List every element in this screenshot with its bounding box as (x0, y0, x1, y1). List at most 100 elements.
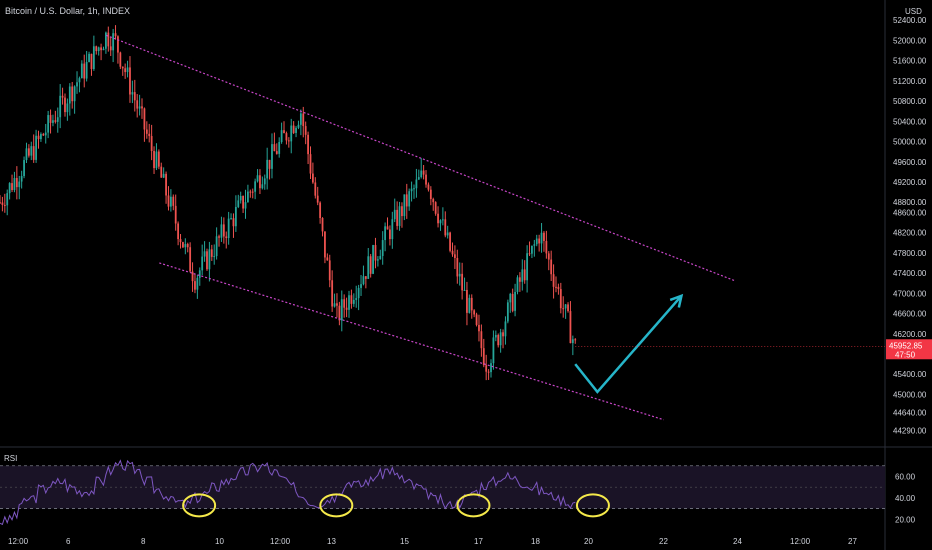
candle-body (242, 196, 244, 209)
candle-body (437, 213, 439, 224)
chart-canvas[interactable]: 52400.00 52000.00 51600.00 51200.00 50800.00… (0, 0, 932, 550)
candle-body (369, 256, 372, 274)
candle-body (237, 200, 240, 207)
candle-body (107, 32, 110, 47)
candle-body (446, 232, 449, 236)
symbol-title: Bitcoin / U.S. Dollar, 1h, INDEX (5, 6, 131, 16)
candle-body (234, 206, 237, 227)
candle-body (567, 304, 569, 312)
candle-body (153, 150, 155, 169)
candle-body (547, 253, 550, 260)
candle-body (155, 151, 158, 169)
candle-body (131, 92, 134, 95)
price-tick-label: 44640.00 (893, 409, 927, 418)
candle-body (454, 254, 456, 258)
candle-body (559, 289, 562, 309)
price-tag-value: 45952.85 (889, 341, 923, 350)
candle-body (201, 256, 204, 271)
candle-body (133, 92, 136, 101)
candle-body (362, 276, 365, 285)
candle-body (0, 202, 1, 204)
candle-body (167, 195, 170, 207)
price-tick-label: 52400.00 (893, 16, 927, 25)
price-tick-label: 46600.00 (893, 310, 927, 319)
candle-body (518, 277, 521, 282)
candle-body (307, 134, 309, 155)
candle-body (66, 103, 69, 113)
candle-body (35, 135, 38, 160)
candle-body (44, 132, 47, 136)
candle-body (85, 61, 88, 79)
candle-body (422, 170, 425, 175)
candle-body (545, 240, 548, 254)
candle-body (473, 310, 476, 315)
candle-body (37, 135, 40, 140)
candle-body (54, 120, 57, 122)
candle-body (379, 255, 382, 260)
candle-body (562, 308, 565, 310)
candle-body (73, 86, 76, 102)
candle-body (141, 106, 143, 109)
candle-body (557, 286, 560, 290)
candle-body (225, 236, 228, 239)
candle-body (280, 130, 283, 142)
candle-body (345, 307, 348, 310)
candle-body (254, 181, 257, 192)
candle-body (463, 289, 466, 291)
price-tick-label: 49200.00 (893, 178, 927, 187)
candle-body (172, 196, 175, 206)
candle-body (186, 244, 189, 248)
candle-body (8, 183, 11, 194)
candle-body (482, 348, 485, 366)
price-tick-label: 52000.00 (893, 36, 927, 45)
projection-arrow (574, 295, 683, 394)
candle-body (413, 188, 415, 190)
candle-body (386, 226, 389, 230)
candle-body (480, 331, 483, 349)
candle-body (434, 202, 437, 214)
time-tick-label: 22 (659, 537, 668, 546)
candle-body (352, 299, 355, 304)
candle-body (499, 332, 502, 346)
candle-body (145, 129, 148, 134)
candle-body (59, 95, 62, 118)
candle-body (415, 179, 418, 189)
currency-label: USD (905, 7, 922, 16)
candle-body (514, 291, 516, 311)
price-tick-label: 50800.00 (893, 97, 927, 106)
candle-body (290, 125, 293, 142)
candle-body (552, 274, 555, 287)
candle-body (198, 270, 201, 278)
candle-body (210, 249, 213, 257)
candle-body (506, 302, 509, 322)
candle-body (456, 257, 459, 277)
candle-body (251, 191, 254, 193)
price-tick-label: 47000.00 (893, 289, 927, 298)
candle-body (165, 173, 167, 196)
candle-body (256, 175, 259, 182)
candle-body (466, 289, 468, 313)
candle-body (408, 191, 411, 207)
candle-body (6, 193, 9, 206)
candle-body (389, 229, 391, 240)
candle-body (326, 257, 329, 261)
candle-body (376, 259, 379, 261)
candle-body (220, 224, 223, 238)
time-tick-label: 6 (66, 537, 71, 546)
candle-body (239, 196, 242, 201)
candle-body (571, 339, 574, 344)
candle-body (189, 247, 192, 272)
candle-body (475, 314, 478, 325)
price-tick-label: 51200.00 (893, 77, 927, 86)
candle-body (179, 239, 182, 243)
time-tick-label: 20 (584, 537, 593, 546)
candle-body (52, 120, 54, 123)
candle-body (516, 277, 519, 292)
time-tick-label: 24 (733, 537, 742, 546)
candle-body (273, 144, 276, 152)
candle-body (302, 113, 305, 127)
candle-body (42, 134, 45, 136)
rsi-label: RSI (4, 454, 18, 463)
candle-body (425, 174, 427, 185)
candle-body (121, 66, 124, 69)
